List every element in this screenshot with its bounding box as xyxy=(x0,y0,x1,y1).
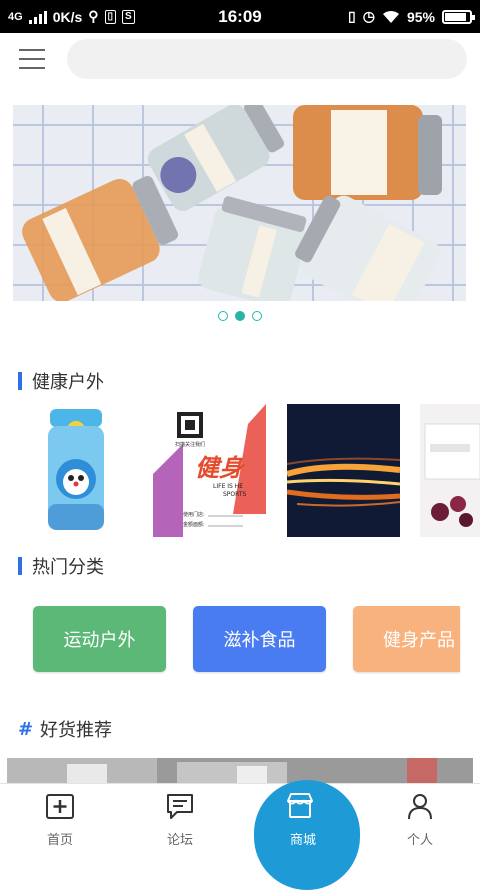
poster-subtitle-2: SPORTS xyxy=(223,491,247,498)
category-button-food[interactable]: 滋补食品 xyxy=(193,606,326,672)
gift-box-image xyxy=(420,404,480,537)
menu-icon xyxy=(19,49,45,51)
chat-icon xyxy=(167,794,193,819)
product-card-fire-streaks[interactable] xyxy=(287,404,400,537)
vibrate-icon: ▯ xyxy=(348,8,356,24)
qr-caption: 扫描关注我们 xyxy=(175,441,205,448)
battery-percent: 95% xyxy=(406,8,435,25)
tab-forum[interactable]: 论坛 xyxy=(120,783,240,853)
category-button-outdoor[interactable]: 运动户外 xyxy=(33,606,166,672)
product-card-gift-box[interactable] xyxy=(420,404,480,537)
product-strip[interactable]: 扫描关注我们 健身 LIFE IS HE SPORTS 使用门店: 金额面额: xyxy=(20,404,480,537)
section-marker xyxy=(18,372,22,390)
product-card-fitness-poster[interactable]: 扫描关注我们 健身 LIFE IS HE SPORTS 使用门店: 金额面额: xyxy=(153,404,266,537)
poster-subtitle-1: LIFE IS HE xyxy=(213,483,243,490)
banner-image xyxy=(13,105,466,301)
section-recommend-title: 好货推荐 xyxy=(40,720,112,741)
tab-profile[interactable]: 个人 xyxy=(360,783,480,853)
home-plus-icon xyxy=(46,794,74,819)
category-button-fitness[interactable]: 健身产品 xyxy=(353,606,460,672)
hash-icon: # xyxy=(18,718,34,740)
poster-line-2: 金额面额: xyxy=(183,521,205,528)
tab-home-label: 首页 xyxy=(46,833,73,848)
banner-dot-1[interactable] xyxy=(218,311,228,321)
section-recommend-header: # 好货推荐 xyxy=(18,716,112,742)
banner-dot-3[interactable] xyxy=(252,311,262,321)
tab-mall[interactable]: 商城 xyxy=(247,783,367,853)
battery-icon xyxy=(442,9,475,24)
store-icon xyxy=(287,793,313,818)
banner-carousel[interactable] xyxy=(13,105,466,301)
section-marker xyxy=(18,557,22,575)
tab-home[interactable]: 首页 xyxy=(0,783,120,853)
menu-button[interactable] xyxy=(19,47,47,71)
section-outdoor-header: 健康户外 xyxy=(18,368,104,394)
section-category-title: 热门分类 xyxy=(32,557,104,578)
status-right: ▯ ◷ 95% xyxy=(348,0,475,33)
alarm-icon: ◷ xyxy=(362,8,375,24)
fitness-poster-image: 扫描关注我们 健身 LIFE IS HE SPORTS 使用门店: 金额面额: xyxy=(153,404,266,537)
status-bar: 4G 0K/s ⚲ ▯ S 16:09 ▯ ◷ 95% xyxy=(0,0,480,33)
fire-streaks-image xyxy=(287,404,400,537)
tab-profile-label: 个人 xyxy=(406,833,433,848)
section-category-header: 热门分类 xyxy=(18,553,104,579)
product-card-water-bottle[interactable] xyxy=(20,404,133,537)
banner-dot-2[interactable] xyxy=(235,311,245,321)
section-outdoor-title: 健康户外 xyxy=(32,372,104,393)
banner-dots xyxy=(0,311,480,321)
tab-mall-label: 商城 xyxy=(289,833,316,848)
poster-line-1: 使用门店: xyxy=(183,511,205,518)
search-input[interactable] xyxy=(67,39,467,79)
poster-headline: 健身 xyxy=(195,454,245,482)
tab-forum-label: 论坛 xyxy=(166,833,193,848)
wifi-icon xyxy=(382,10,399,23)
water-bottle-image xyxy=(48,409,104,530)
person-icon xyxy=(408,794,432,820)
